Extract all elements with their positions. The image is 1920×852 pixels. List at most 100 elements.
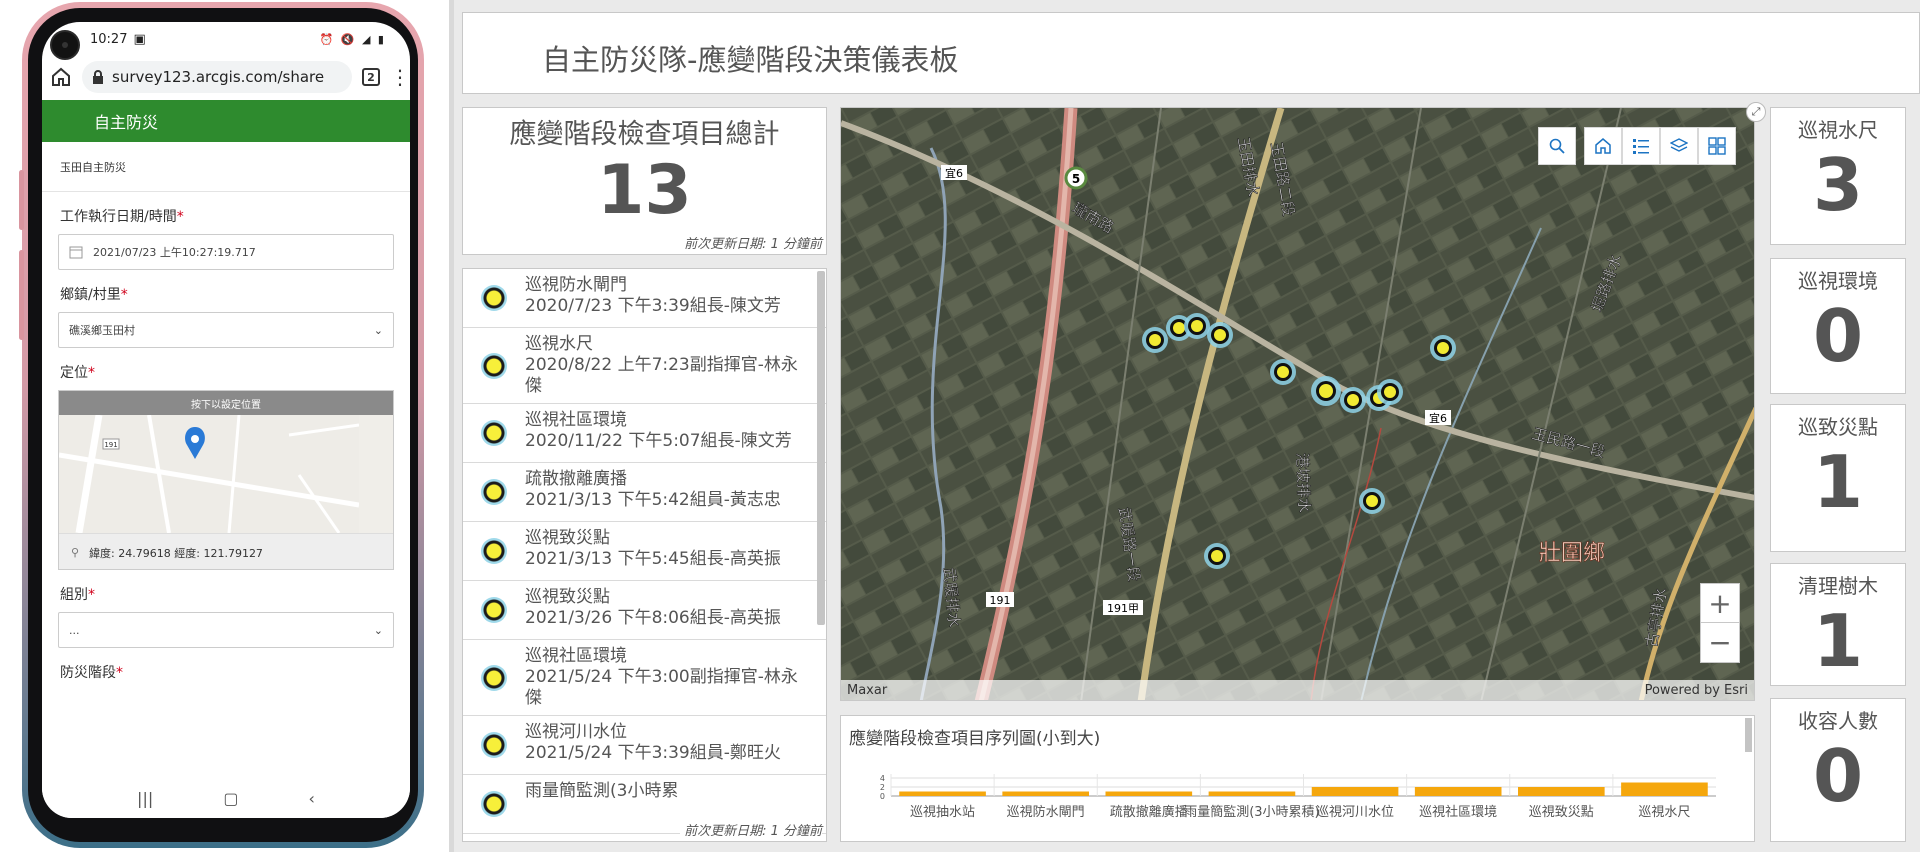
list-item[interactable]: 巡視河川水位 2021/5/24 下午3:39組員-鄭旺火 bbox=[463, 716, 826, 775]
expand-icon[interactable]: ⤢ bbox=[1746, 102, 1766, 122]
incident-point bbox=[1184, 313, 1210, 339]
road-label: 191甲 bbox=[1107, 602, 1139, 615]
group-select[interactable]: ... ⌄ bbox=[58, 612, 394, 648]
incident-point bbox=[1207, 322, 1233, 348]
point-marker-icon bbox=[463, 469, 525, 515]
front-camera-icon bbox=[50, 30, 80, 60]
bar bbox=[1208, 791, 1296, 796]
list-item[interactable]: 疏散撤離廣播 2021/3/13 下午5:42組員-黃志忠 bbox=[463, 463, 826, 522]
incident-point bbox=[1340, 387, 1366, 413]
total-value: 13 bbox=[597, 151, 692, 230]
more-menu-icon[interactable]: ⋮ bbox=[390, 65, 410, 89]
list-item-detail: 2021/3/13 下午5:45組長-高英振 bbox=[525, 549, 781, 569]
location-map-view[interactable]: 191 bbox=[59, 415, 393, 533]
recents-icon[interactable]: ||| bbox=[137, 789, 153, 808]
url-field[interactable]: survey123.arcgis.com/share bbox=[82, 61, 352, 93]
android-nav-bar: ||| ▢ ‹ bbox=[42, 778, 410, 818]
chevron-down-icon: ⌄ bbox=[373, 323, 383, 337]
bar bbox=[1621, 782, 1708, 796]
tab-switcher-button[interactable]: 2 bbox=[362, 68, 380, 86]
coordinates-text: 緯度: 24.79618 經度: 121.79127 bbox=[89, 546, 263, 560]
field-label: 定位* bbox=[60, 365, 95, 381]
map-attribution: Maxar Powered by Esri bbox=[841, 680, 1754, 700]
attribution-source: Maxar bbox=[847, 682, 888, 698]
list-item-title: 巡視防水閘門 bbox=[525, 275, 627, 295]
phone-side-button bbox=[19, 250, 24, 340]
legend-icon[interactable] bbox=[1622, 127, 1660, 165]
list-item-detail: 2021/3/26 下午8:06組長-高英振 bbox=[525, 608, 781, 628]
attribution-esri[interactable]: Powered by Esri bbox=[1645, 683, 1748, 698]
list-item-title: 疏散撤離廣播 bbox=[525, 469, 627, 489]
location-map[interactable]: 按下以設定位置 191 ⚲ 緯度: 24.79618 經度: 121.79127 bbox=[58, 390, 394, 570]
phone-side-button bbox=[19, 170, 24, 230]
form-subtitle: 玉田自主防災 bbox=[42, 142, 410, 192]
field-label: 工作執行日期/時間* bbox=[60, 209, 184, 225]
bar bbox=[1311, 787, 1399, 796]
url-text: survey123.arcgis.com/share bbox=[112, 68, 325, 86]
zoom-out-button[interactable]: − bbox=[1700, 623, 1740, 663]
phone-screen: 10:27 ▣ ⏰ 🔇 ◢ ▮ survey123.arcgis.com/sha… bbox=[42, 22, 410, 818]
stat-label: 收容人數 bbox=[1798, 709, 1878, 733]
y-tick-label: 2 bbox=[880, 783, 885, 792]
status-icons: ⏰ 🔇 ◢ ▮ bbox=[319, 32, 386, 46]
incident-point bbox=[1311, 376, 1341, 406]
list-item-detail: 2021/5/24 下午3:39組員-鄭旺火 bbox=[525, 743, 781, 763]
home-nav-icon[interactable]: ▢ bbox=[223, 789, 238, 808]
title-panel: 自主防災隊-應變階段決策儀表板 bbox=[462, 12, 1920, 94]
incident-point bbox=[1430, 335, 1456, 361]
inspection-list[interactable]: 巡視防水閘門 2020/7/23 下午3:39組長-陳文芳 巡視水尺 2020/8/2… bbox=[462, 268, 827, 842]
list-item[interactable]: 巡視社區環境 2021/5/24 下午3:00副指揮官-林永傑 bbox=[463, 640, 826, 716]
list-scrollbar[interactable] bbox=[817, 271, 825, 625]
chart-scrollbar[interactable] bbox=[1745, 718, 1752, 752]
road-number-label: 191 bbox=[104, 441, 117, 449]
list-item[interactable]: 巡視致災點 2021/3/13 下午5:45組長-高英振 bbox=[463, 522, 826, 581]
field-stage: 防災階段* bbox=[42, 662, 410, 682]
stat-label: 巡視水尺 bbox=[1798, 118, 1878, 142]
status-time: 10:27 bbox=[90, 31, 128, 47]
point-marker-icon bbox=[463, 334, 525, 397]
stat-value: 0 bbox=[1812, 734, 1864, 818]
search-icon[interactable] bbox=[1538, 127, 1576, 165]
x-tick-label: 巡視致災點 bbox=[1529, 805, 1594, 820]
stat-indicator: 巡視水尺 3 bbox=[1770, 107, 1906, 245]
bar-chart-panel: 應變階段檢查項目序列圖(小到大) 4 2 0 巡視抽水站 巡視防水閘門 疏散撤離廣播 雨量簡… bbox=[840, 715, 1755, 842]
incident-point bbox=[1142, 327, 1168, 353]
point-marker-icon bbox=[463, 528, 525, 574]
last-update-text: 前次更新日期: 1 分鐘前 bbox=[684, 237, 822, 252]
pin-icon: ⚲ bbox=[71, 546, 80, 559]
last-update-text: 前次更新日期: 1 分鐘前 bbox=[680, 820, 822, 839]
village-select[interactable]: 礁溪鄉玉田村 ⌄ bbox=[58, 312, 394, 348]
list-item-detail: 2020/8/22 上午7:23副指揮官-林永傑 bbox=[525, 355, 798, 396]
list-item[interactable]: 巡視水尺 2020/8/22 上午7:23副指揮官-林永傑 bbox=[463, 328, 826, 404]
point-marker-icon bbox=[463, 410, 525, 456]
layers-icon[interactable] bbox=[1660, 127, 1698, 165]
datetime-input[interactable]: 2021/07/23 上午10:27:19.717 bbox=[58, 234, 394, 270]
field-label: 防災階段* bbox=[60, 665, 123, 681]
list-item-title: 巡視水尺 bbox=[525, 334, 593, 354]
home-icon[interactable] bbox=[50, 66, 72, 88]
x-tick-label: 巡視抽水站 bbox=[910, 805, 975, 820]
street-map: 191 bbox=[59, 415, 360, 533]
stat-indicator: 清理樹木 1 bbox=[1770, 563, 1906, 686]
list-item-title: 雨量簡監測(3小時累 bbox=[525, 781, 679, 801]
chevron-down-icon: ⌄ bbox=[373, 623, 383, 637]
list-item[interactable]: 巡視致災點 2021/3/26 下午8:06組長-高英振 bbox=[463, 581, 826, 640]
list-item-title: 巡視社區環境 bbox=[525, 410, 627, 430]
field-village: 鄉鎮/村里* 礁溪鄉玉田村 ⌄ bbox=[42, 284, 410, 348]
y-tick-label: 0 bbox=[880, 792, 885, 801]
map-view[interactable]: 5 宜6 宜6 191 191甲 壯圍鄉 玉田排水 玉田路二段 玉民路一段 港坡… bbox=[840, 107, 1755, 701]
basemap-gallery-icon[interactable] bbox=[1698, 127, 1736, 165]
list-item[interactable]: 巡視社區環境 2020/11/22 下午5:07組長-陳文芳 bbox=[463, 404, 826, 463]
list-item-detail: 2021/5/24 下午3:00副指揮官-林永傑 bbox=[525, 667, 798, 708]
channel-label: 港坡排水 bbox=[1293, 453, 1313, 514]
list-item[interactable]: 巡視防水閘門 2020/7/23 下午3:39組長-陳文芳 bbox=[463, 269, 826, 328]
x-tick-label: 巡視河川水位 bbox=[1316, 805, 1394, 820]
home-icon[interactable] bbox=[1584, 127, 1622, 165]
bar bbox=[1414, 787, 1502, 796]
stat-label: 清理樹木 bbox=[1798, 574, 1878, 598]
map-toolbar bbox=[1534, 127, 1736, 165]
bar bbox=[1105, 791, 1193, 796]
form-header: 自主防災 bbox=[42, 100, 410, 142]
zoom-in-button[interactable]: + bbox=[1700, 583, 1740, 623]
back-icon[interactable]: ‹ bbox=[309, 789, 315, 808]
